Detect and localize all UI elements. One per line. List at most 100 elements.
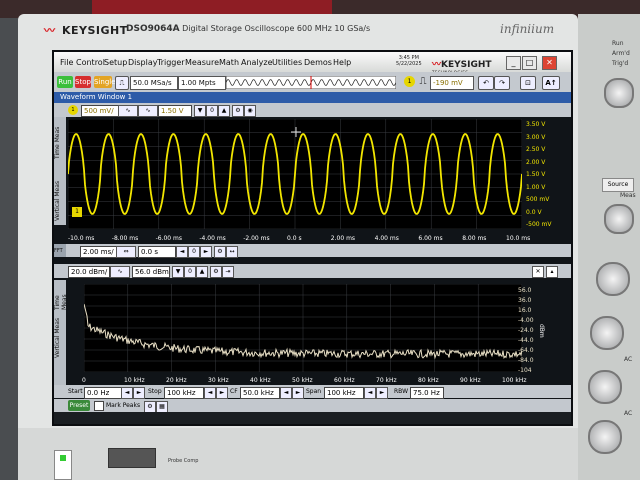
menu-setup[interactable]: Setup — [104, 58, 127, 67]
menu-measure[interactable]: Measure — [185, 58, 219, 67]
fft-expand-icon[interactable]: ▴ — [546, 266, 558, 278]
fft-offset-down-icon[interactable]: ▼ — [172, 266, 184, 278]
cf-up-icon[interactable]: ► — [292, 387, 304, 399]
menu-trigger[interactable]: Trigger — [157, 58, 185, 67]
minimize-button[interactable]: _ — [506, 56, 521, 70]
source-button[interactable]: Source — [602, 178, 634, 192]
start-down-icon[interactable]: ◄ — [121, 387, 133, 399]
ch1-time-meas-tab[interactable]: Time Meas — [54, 117, 61, 159]
model-description: Digital Storage Oscilloscope 600 MHz 10 … — [182, 24, 371, 33]
ch1-settings-icon[interactable]: ⚙ — [232, 105, 244, 117]
autoscale-button[interactable]: A↑ — [542, 76, 560, 90]
fft-offset-field[interactable]: 56.0 dBm — [132, 266, 170, 278]
x-tick-label: 8.00 ms — [462, 235, 487, 242]
red-panel — [92, 0, 332, 14]
ch1-offset-field[interactable]: 1.50 V — [158, 105, 192, 117]
zoom-icon[interactable]: ⊡ — [520, 76, 536, 90]
time-up-icon[interactable]: ► — [200, 246, 212, 258]
maximize-button[interactable]: □ — [522, 56, 537, 70]
time-scale-icon[interactable]: ⇔ — [116, 246, 136, 258]
trigger-channel-badge[interactable]: 1 — [404, 76, 415, 87]
ch1-probe-icon[interactable]: ◉ — [244, 105, 256, 117]
span-down-icon[interactable]: ◄ — [364, 387, 376, 399]
scope-screen: File Control Setup Display Trigger Measu… — [52, 50, 573, 426]
ch1-invert-icon[interactable]: ∿ — [138, 105, 158, 117]
ch1-offset-zero-icon[interactable]: 0 — [206, 105, 218, 117]
channel1-badge[interactable]: 1 — [68, 105, 78, 115]
fft-offset-up-icon[interactable]: ▲ — [196, 266, 208, 278]
rbw-field[interactable]: 75.0 Hz — [410, 387, 444, 399]
mark-peaks-checkbox[interactable] — [94, 401, 104, 411]
x-tick-label: 20 kHz — [166, 377, 187, 384]
menu-analyze[interactable]: Analyze — [241, 58, 273, 67]
fft-source-icon[interactable]: ⇥ — [222, 266, 234, 278]
sample-rate-field[interactable]: 50.0 MSa/s — [130, 76, 178, 90]
preset-button[interactable]: Preset — [68, 400, 90, 411]
ch1-vertical-scale-field[interactable]: 500 mV/ — [81, 105, 119, 117]
ch1-ground-marker[interactable]: 1 — [72, 207, 82, 217]
probe-comp-label: Probe Comp — [168, 458, 199, 464]
menu-help[interactable]: Help — [333, 58, 351, 67]
single-button[interactable]: Single — [94, 76, 116, 88]
fft-close-icon[interactable]: ✕ — [532, 266, 544, 278]
channel-knob-1[interactable] — [596, 262, 630, 296]
y-tick-label: 3.00 V — [526, 133, 546, 141]
menu-math[interactable]: Math — [219, 58, 239, 67]
power-led-icon — [60, 455, 66, 461]
menu-utilities[interactable]: Utilities — [272, 58, 302, 67]
side-knob-top[interactable] — [604, 78, 634, 108]
menu-display[interactable]: Display — [128, 58, 158, 67]
stop-down-icon[interactable]: ◄ — [204, 387, 216, 399]
ch1-vertical-meas-tab[interactable]: Vertical Meas — [54, 163, 61, 221]
fft-plot[interactable] — [84, 284, 522, 372]
channel-knob-2[interactable] — [590, 316, 624, 350]
menu-control[interactable]: Control — [76, 58, 105, 67]
redo-icon[interactable]: ↷ — [494, 76, 510, 90]
time-scale-field[interactable]: 2.00 ms/ — [80, 246, 118, 258]
stop-button[interactable]: Stop — [75, 76, 91, 88]
fft-scale-icon[interactable]: ∿ — [110, 266, 130, 278]
memory-depth-field[interactable]: 1.00 Mpts — [178, 76, 226, 90]
center-frequency-field[interactable]: 50.0 kHz — [240, 387, 280, 399]
meas-knob[interactable] — [604, 204, 634, 234]
stop-up-icon[interactable]: ► — [216, 387, 228, 399]
trigger-level-field[interactable]: -190 mV — [430, 76, 474, 90]
fft-vertical-meas-tab[interactable]: Vertical Meas — [54, 314, 61, 358]
fft-tab-label: FFT — [54, 248, 63, 254]
x-tick-label: 70 kHz — [376, 377, 397, 384]
start-frequency-field[interactable]: 0.0 Hz — [84, 387, 122, 399]
time-zero-icon[interactable]: 0 — [188, 246, 200, 258]
close-button[interactable]: ✕ — [542, 56, 557, 70]
span-field[interactable]: 100 kHz — [324, 387, 364, 399]
fft-settings-icon[interactable]: ⚙ — [210, 266, 222, 278]
run-button[interactable]: Run — [57, 76, 73, 88]
time-ref-icon[interactable]: ↔ — [226, 246, 238, 258]
fft-vertical-scale-field[interactable]: 20.0 dBm/ — [68, 266, 110, 278]
ch1-offset-up-icon[interactable]: ▲ — [218, 105, 230, 117]
ch1-scale-waveform-icon[interactable]: ∿ — [118, 105, 138, 117]
start-up-icon[interactable]: ► — [133, 387, 145, 399]
time-position-field[interactable]: 0.0 s — [138, 246, 176, 258]
fft-side-tabs: Time Meas Vertical Meas — [54, 280, 68, 390]
power-button[interactable] — [54, 450, 72, 480]
time-settings-icon[interactable]: ⚙ — [214, 246, 226, 258]
undo-icon[interactable]: ↶ — [478, 76, 494, 90]
rising-edge-icon[interactable]: ⎍ — [418, 76, 428, 88]
series-name: infiniium — [500, 22, 555, 36]
stop-frequency-field[interactable]: 100 kHz — [164, 387, 204, 399]
span-up-icon[interactable]: ► — [376, 387, 388, 399]
channel-knob-4[interactable] — [588, 420, 622, 454]
start-label: Start — [68, 388, 83, 395]
menu-file[interactable]: File — [60, 58, 73, 67]
ch1-offset-down-icon[interactable]: ▼ — [194, 105, 206, 117]
fft-offset-zero-icon[interactable]: 0 — [184, 266, 196, 278]
fft-tab[interactable]: FFT — [54, 244, 66, 257]
fft-time-meas-tab[interactable]: Time Meas — [54, 280, 68, 310]
auto-scale-icon[interactable]: ⎍ — [115, 76, 129, 90]
ac-label-2: AC — [624, 410, 633, 417]
channel-knob-3[interactable] — [588, 370, 622, 404]
overview-waveform[interactable] — [226, 76, 396, 89]
time-down-icon[interactable]: ◄ — [176, 246, 188, 258]
cf-down-icon[interactable]: ◄ — [280, 387, 292, 399]
menu-demos[interactable]: Demos — [304, 58, 332, 67]
